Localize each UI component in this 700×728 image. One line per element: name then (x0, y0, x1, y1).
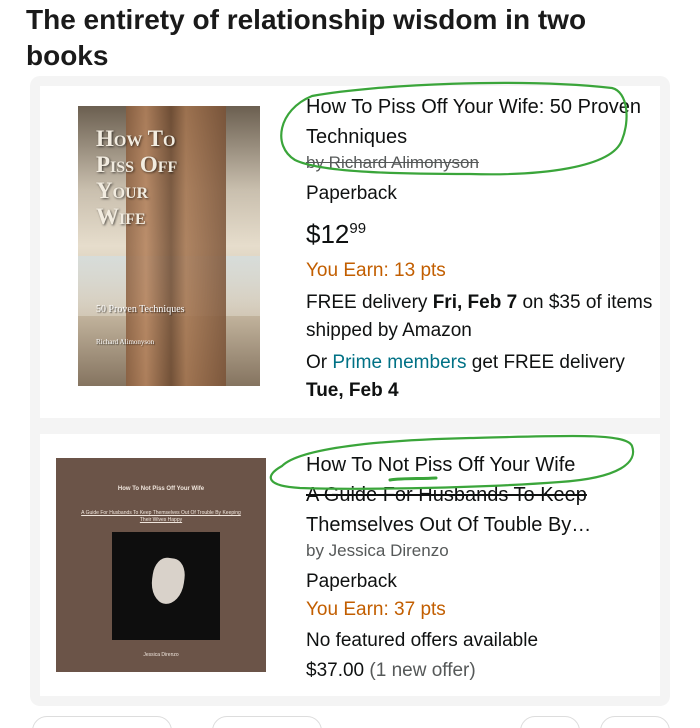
book-cover-image[interactable]: How To Not Piss Off Your Wife A Guide Fo… (56, 458, 266, 672)
delivery-info: FREE delivery Fri, Feb 7 on $35 of items… (306, 289, 656, 345)
earn-points: You Earn: 37 pts (306, 599, 446, 620)
cover-title: How To Not Piss Off Your Wife (117, 486, 205, 492)
post-title: The entirety of relationship wisdom in t… (26, 4, 587, 71)
product-format: Paperback (306, 183, 397, 204)
title-rest: Themselves Out Of Touble By… (306, 514, 592, 536)
heart-shape (148, 555, 188, 607)
bottom-action-pill[interactable] (212, 716, 322, 728)
cover-subtitle: A Guide For Husbands To Keep Themselves … (81, 510, 241, 523)
cover-title-line: Wife (96, 204, 146, 229)
product-author[interactable]: by Jessica Direnzo (306, 540, 656, 562)
product-card[interactable]: How To Not Piss Off Your Wife A Guide Fo… (40, 434, 660, 696)
product-title-link[interactable]: How To Not Piss Off Your Wife A Guide For… (306, 450, 656, 540)
offer-price: $37.00 (306, 660, 365, 681)
product-info: How To Piss Off Your Wife: 50 Proven Tec… (306, 92, 656, 405)
prime-middle: get FREE delivery (466, 352, 625, 373)
price-dollars: $12 (306, 219, 350, 249)
prime-prefix: Or (306, 352, 333, 373)
cover-author: Jessica Direnzo (143, 652, 179, 658)
product-title-link[interactable]: How To Piss Off Your Wife: 50 Proven Tec… (306, 92, 656, 152)
title-main: How To Not Piss Off Your Wife (306, 454, 576, 476)
cover-photo (112, 532, 220, 640)
earn-points: You Earn: 13 pts (306, 260, 446, 281)
product-author[interactable]: by Richard Alimonyson (306, 152, 656, 174)
offer-line[interactable]: $37.00 (1 new offer) (306, 656, 656, 686)
cover-title: How To Piss Off Your Wife (96, 126, 256, 230)
product-card[interactable]: How To Piss Off Your Wife 50 Proven Tech… (40, 86, 660, 418)
book-cover-image[interactable]: How To Piss Off Your Wife 50 Proven Tech… (78, 106, 260, 386)
cover-subtitle: 50 Proven Techniques (96, 304, 185, 315)
bottom-action-pill[interactable] (32, 716, 172, 728)
product-info: How To Not Piss Off Your Wife A Guide For… (306, 450, 656, 686)
no-offers-text: No featured offers available (306, 630, 539, 651)
prime-date: Tue, Feb 4 (306, 380, 399, 401)
cover-title-line: How To (96, 126, 176, 151)
cover-author: Richard Alimonyson (96, 338, 155, 346)
product-price: $1299 (306, 210, 656, 253)
offer-count: (1 new offer) (364, 660, 476, 681)
price-cents: 99 (349, 220, 367, 237)
prime-members-link[interactable]: Prime members (332, 352, 466, 373)
delivery-prefix: FREE delivery (306, 292, 433, 313)
bottom-action-pill[interactable] (520, 716, 580, 728)
cover-title-line: Your (96, 178, 149, 203)
prime-delivery-info: Or Prime members get FREE delivery Tue, … (306, 349, 656, 405)
title-struck: A Guide For Husbands To Keep (306, 484, 587, 506)
cover-title-line: Piss Off (96, 152, 178, 177)
bottom-action-pill[interactable] (600, 716, 670, 728)
delivery-date: Fri, Feb 7 (432, 292, 518, 313)
